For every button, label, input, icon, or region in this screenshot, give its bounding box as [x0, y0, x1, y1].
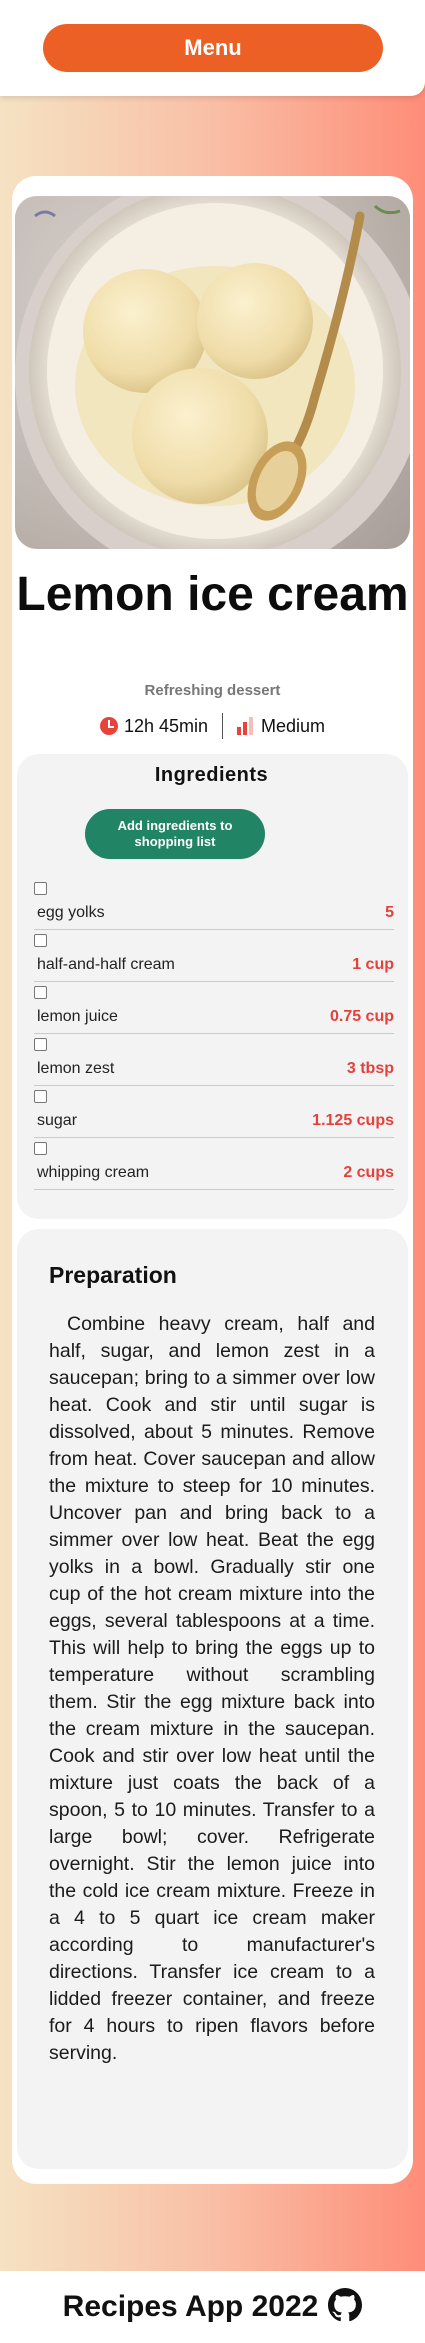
ingredient-quantity: 0.75 cup — [329, 1008, 394, 1025]
ice-cream-bowl-illustration — [15, 196, 410, 549]
cook-time-value: 12h 45min — [123, 715, 209, 736]
footer: Recipes App 2022 — [0, 2271, 425, 2343]
ingredient-name: lemon zest — [37, 1060, 115, 1077]
divider — [34, 929, 394, 930]
recipe-meta: 12h 45min Medium — [12, 713, 413, 739]
ingredient-checkbox[interactable] — [34, 1090, 47, 1103]
divider — [34, 1033, 394, 1034]
preparation-panel: Preparation Combine heavy cream, half an… — [17, 1229, 408, 2169]
divider — [34, 1137, 394, 1138]
meta-divider — [222, 713, 224, 739]
ingredient-checkbox[interactable] — [34, 986, 47, 999]
recipe-card: Lemon ice cream Refreshing dessert 12h 4… — [12, 176, 413, 2184]
ingredient-row: whipping cream 2 cups — [17, 1142, 408, 1194]
add-to-shopping-list-button[interactable]: Add ingredients to shopping list — [85, 809, 265, 859]
github-icon[interactable] — [328, 2287, 363, 2327]
ingredient-row: lemon zest 3 tbsp — [17, 1038, 408, 1090]
difficulty-value: Medium — [261, 715, 326, 736]
divider — [34, 1085, 394, 1086]
ingredient-name: half-and-half cream — [37, 956, 175, 973]
footer-title: Recipes App 2022 — [62, 2290, 319, 2323]
difficulty: Medium — [237, 716, 325, 737]
ingredient-quantity: 3 tbsp — [346, 1060, 394, 1077]
ingredient-name: lemon juice — [37, 1008, 118, 1025]
menu-button[interactable]: Menu — [43, 24, 383, 72]
ingredient-row: half-and-half cream 1 cup — [17, 934, 408, 986]
clock-icon — [99, 717, 118, 735]
preparation-title: Preparation — [49, 1262, 177, 1288]
ingredient-quantity: 2 cups — [343, 1164, 394, 1181]
ingredient-quantity: 1 cup — [352, 956, 394, 973]
cook-time: 12h 45min — [99, 715, 209, 737]
ingredient-name: whipping cream — [37, 1164, 150, 1181]
ingredient-row: egg yolks 5 — [17, 882, 408, 934]
recipe-subtitle: Refreshing dessert — [144, 682, 281, 699]
divider — [34, 1189, 394, 1190]
ingredient-checkbox[interactable] — [34, 882, 47, 895]
bar-chart-icon — [237, 717, 255, 735]
ingredient-checkbox[interactable] — [34, 934, 47, 947]
ingredient-name: egg yolks — [37, 904, 105, 921]
recipe-title: Lemon ice cream — [16, 568, 409, 621]
ingredient-quantity: 1.125 cups — [312, 1112, 394, 1129]
ingredient-checkbox[interactable] — [34, 1142, 47, 1155]
ingredients-title: Ingredients — [154, 764, 269, 786]
recipe-image — [15, 196, 410, 549]
divider — [34, 981, 394, 982]
ingredient-row: lemon juice 0.75 cup — [17, 986, 408, 1038]
ingredient-checkbox[interactable] — [34, 1038, 47, 1051]
ingredient-row: sugar 1.125 cups — [17, 1090, 408, 1142]
ingredient-quantity: 5 — [385, 904, 394, 921]
ingredients-panel: Ingredients Add ingredients to shopping … — [17, 754, 408, 1219]
top-header: Menu — [0, 0, 425, 96]
ingredients-list: egg yolks 5 half-and-half cream 1 cup le… — [17, 882, 408, 1194]
ingredient-name: sugar — [37, 1112, 78, 1129]
preparation-text: Combine heavy cream, half and half, suga… — [49, 1313, 375, 2064]
